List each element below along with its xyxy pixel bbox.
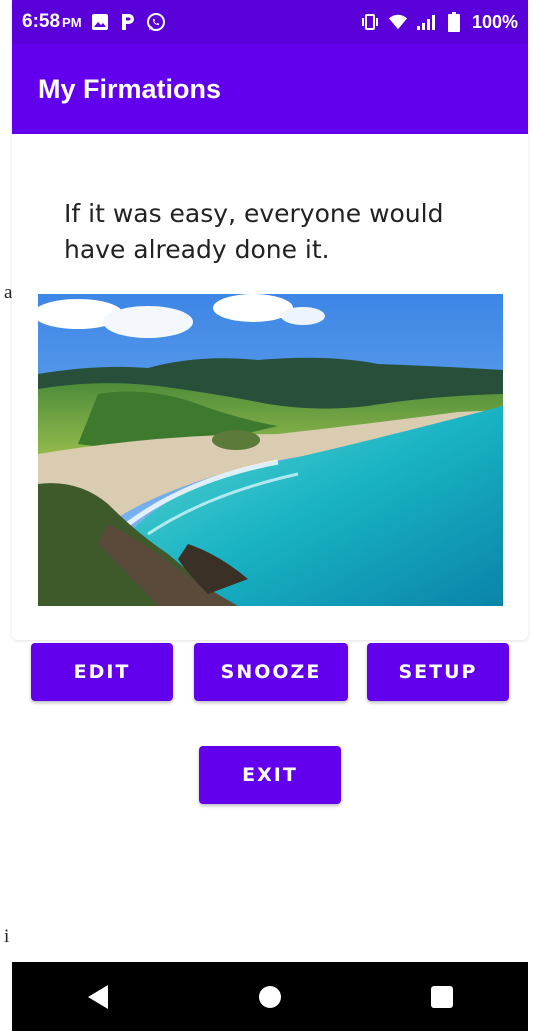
status-time-value: 6:58: [22, 11, 61, 32]
back-button[interactable]: [68, 967, 128, 1027]
image-icon: [90, 12, 110, 32]
status-right: 100%: [360, 12, 518, 33]
stray-character-i: i: [4, 926, 10, 947]
affirmation-quote: If it was easy, everyone would have alre…: [64, 199, 444, 264]
setup-button[interactable]: SETUP: [367, 643, 509, 701]
app-title: My Firmations: [38, 73, 222, 104]
app-bar: My Firmations: [12, 44, 528, 134]
edit-button[interactable]: EDIT: [31, 643, 173, 701]
wifi-icon: [388, 12, 408, 32]
exit-button[interactable]: EXIT: [199, 746, 341, 804]
vibrate-icon: [360, 12, 380, 32]
battery-icon: [444, 12, 464, 32]
status-time: 6:58 PM: [22, 11, 82, 33]
status-time-ampm: PM: [62, 15, 82, 30]
affirmation-image: [38, 294, 503, 606]
battery-percentage: 100%: [471, 11, 518, 32]
back-icon: [88, 984, 108, 1009]
signal-icon: [416, 12, 436, 32]
navigation-bar: [12, 962, 528, 1031]
status-bar: 6:58 PM 100%: [12, 0, 528, 44]
home-button[interactable]: [240, 967, 300, 1027]
whatsapp-icon: [146, 12, 166, 32]
parking-icon: [118, 12, 138, 32]
stray-character-a: a: [4, 282, 13, 303]
snooze-button[interactable]: SNOOZE: [194, 643, 348, 701]
home-icon: [259, 985, 281, 1008]
recents-button[interactable]: [412, 967, 472, 1027]
status-left: 6:58 PM: [22, 11, 166, 33]
recents-icon: [431, 985, 453, 1008]
